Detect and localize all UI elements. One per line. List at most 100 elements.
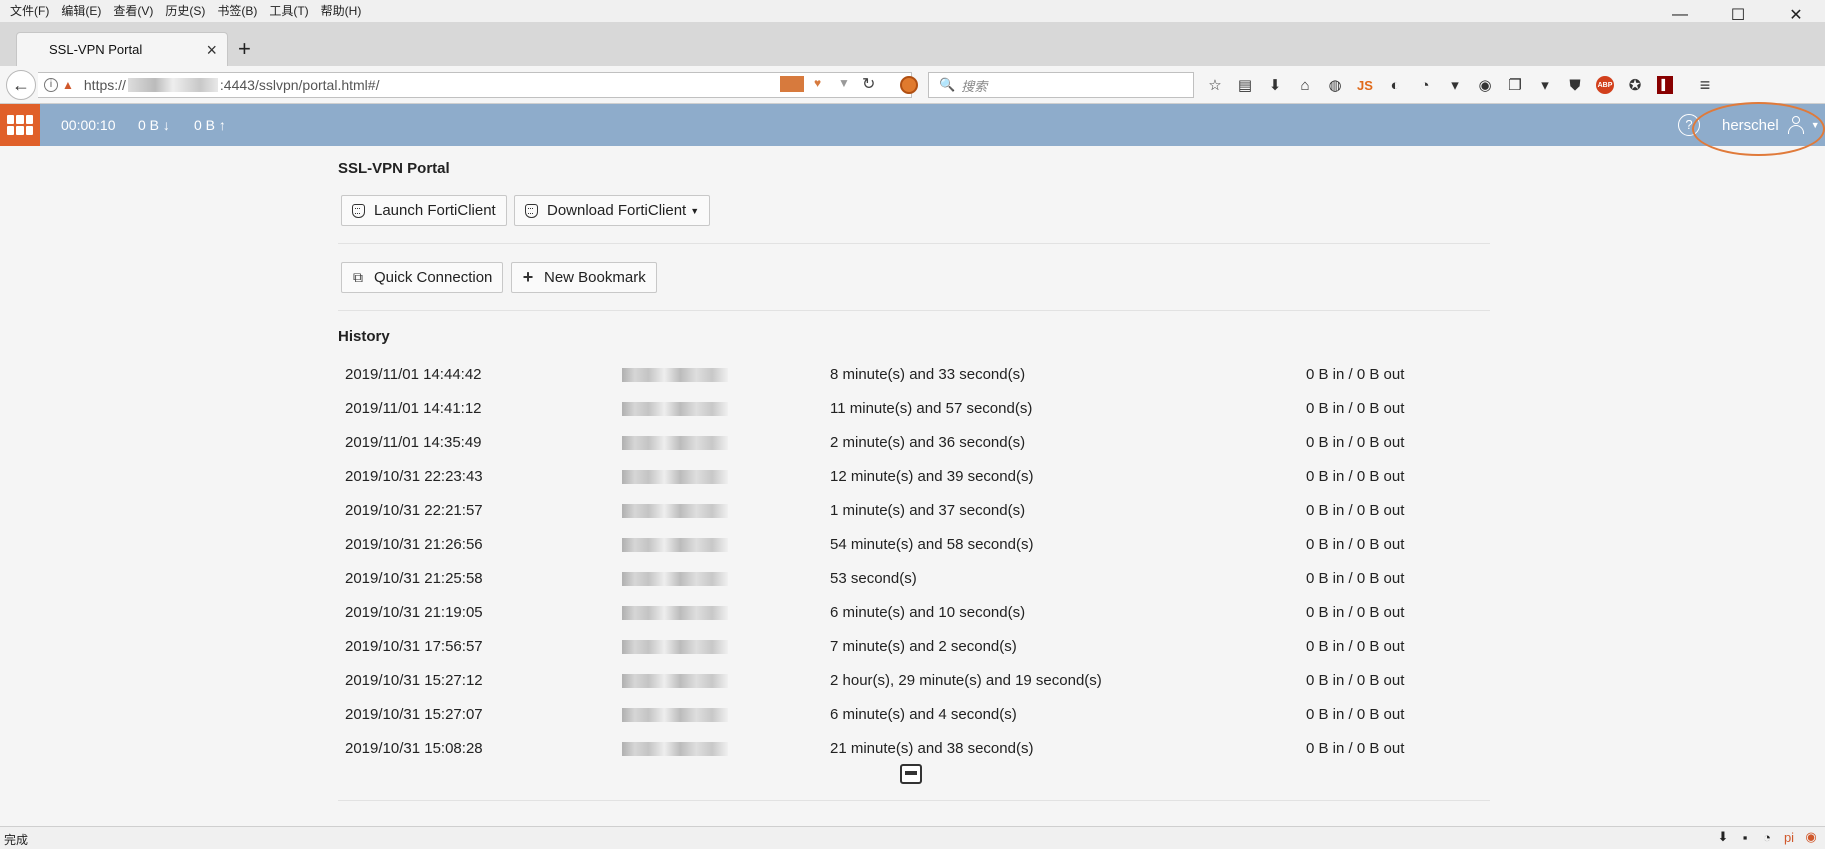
hamburger-menu-icon[interactable]: ≡ <box>1690 74 1720 96</box>
launch-forticlient-label: Launch FortiClient <box>374 202 496 219</box>
screenshot-icon[interactable]: ❐ <box>1500 74 1530 96</box>
history-row: 2019/10/31 21:19:05 6 minute(s) and 10 s… <box>338 596 1490 630</box>
download-icon[interactable]: ⬇ <box>1260 74 1290 96</box>
reading-list-icon[interactable]: ▤ <box>1230 74 1260 96</box>
url-prefix: https:// <box>83 77 126 93</box>
history-duration: 2 minute(s) and 36 second(s) <box>830 434 1026 451</box>
globe-icon[interactable]: ◍ <box>1320 74 1350 96</box>
history-bytes: 0 B in / 0 B out <box>1306 502 1405 519</box>
download-forticlient-button[interactable]: Download FortiClient ▼ <box>514 195 711 226</box>
arrow-up-icon: ↑ <box>218 117 226 133</box>
forticlient-shield-icon <box>523 203 539 219</box>
history-row: 2019/10/31 21:26:56 54 minute(s) and 58 … <box>338 528 1490 562</box>
history-date: 2019/10/31 21:26:56 <box>345 536 483 553</box>
bytes-in-stat: 0 B ↓ <box>138 117 170 133</box>
divider <box>338 310 1490 311</box>
js-switch-icon[interactable]: JS <box>1350 74 1380 96</box>
extension-icon[interactable]: ◐ <box>1380 74 1410 96</box>
history-bytes: 0 B in / 0 B out <box>1306 672 1405 689</box>
annotation-ellipse <box>1692 102 1825 156</box>
search-bar[interactable]: 🔍 搜索 <box>928 72 1194 98</box>
download-icon[interactable]: ⬇ <box>1715 829 1731 845</box>
history-date: 2019/10/31 21:19:05 <box>345 604 483 621</box>
extension-icon[interactable]: ▪ <box>1737 829 1753 845</box>
menu-edit[interactable]: 编辑(E) <box>55 0 107 22</box>
menu-view[interactable]: 查看(V) <box>107 0 159 22</box>
history-duration: 6 minute(s) and 4 second(s) <box>830 706 1017 723</box>
network-icon[interactable]: ◔ <box>1759 829 1775 845</box>
history-duration: 11 minute(s) and 57 second(s) <box>830 400 1033 417</box>
dropdown-icon[interactable]: ▾ <box>1440 74 1470 96</box>
tab-strip: SSL-VPN Portal × + <box>0 22 1825 66</box>
session-timer: 00:00:10 <box>61 117 116 133</box>
history-row: 2019/11/01 14:41:12 11 minute(s) and 57 … <box>338 392 1490 426</box>
history-duration: 8 minute(s) and 33 second(s) <box>830 366 1026 383</box>
history-date: 2019/11/01 14:44:42 <box>345 366 482 383</box>
firefox-sync-icon[interactable]: ◉ <box>1470 74 1500 96</box>
tab-ssl-vpn-portal[interactable]: SSL-VPN Portal × <box>16 32 228 66</box>
menu-tools[interactable]: 工具(T) <box>263 0 314 22</box>
history-date: 2019/10/31 21:25:58 <box>345 570 483 587</box>
external-link-icon: ⧉ <box>353 269 363 285</box>
collapse-icon[interactable] <box>900 764 922 784</box>
tab-title: SSL-VPN Portal <box>49 42 143 57</box>
bookmark-star-icon[interactable]: ☆ <box>1200 74 1230 96</box>
url-suffix: :4443/sslvpn/portal.html#/ <box>219 77 380 93</box>
reload-icon[interactable]: ↻ <box>862 74 875 94</box>
new-tab-button[interactable]: + <box>238 38 251 60</box>
search-icon: 🔍 <box>939 77 956 92</box>
history-title: History <box>338 328 390 345</box>
quick-connection-button[interactable]: ⧉ Quick Connection <box>341 262 504 293</box>
new-bookmark-button[interactable]: + New Bookmark <box>511 262 657 293</box>
page-action-icon[interactable] <box>780 76 804 92</box>
info-icon[interactable]: i <box>44 78 58 92</box>
launch-forticlient-button[interactable]: Launch FortiClient <box>341 195 507 226</box>
quick-connection-label: Quick Connection <box>374 269 493 286</box>
history-duration: 7 minute(s) and 2 second(s) <box>830 638 1017 655</box>
fortinet-logo <box>0 104 40 146</box>
redacted-ip <box>622 572 728 586</box>
history-duration: 1 minute(s) and 37 second(s) <box>830 502 1026 519</box>
navigation-bar: ← i ▲ https:// :4443/sslvpn/portal.html#… <box>0 66 1825 104</box>
redacted-ip <box>622 742 728 756</box>
redacted-ip <box>622 402 728 416</box>
overflow-dropdown-icon[interactable]: ▾ <box>1530 74 1560 96</box>
new-bookmark-label: New Bookmark <box>544 269 646 286</box>
cookie-icon[interactable]: ◔ <box>1410 74 1440 96</box>
redacted-ip <box>622 436 728 450</box>
download-forticlient-label: Download FortiClient <box>547 202 687 219</box>
tab-close-icon[interactable]: × <box>206 41 217 59</box>
ublock-icon[interactable]: ▌ <box>1650 74 1680 96</box>
home-icon[interactable]: ⌂ <box>1290 74 1320 96</box>
toolbar-icons: ☆ ▤ ⬇ ⌂ ◍ JS ◐ ◔ ▾ ◉ ❐ ▾ ⛊ ABP ✪ ▌ ≡ <box>1200 74 1720 96</box>
shield-icon[interactable]: ⛊ <box>1560 74 1590 96</box>
addon-icon[interactable]: ◉ <box>1803 829 1819 845</box>
history-bytes: 0 B in / 0 B out <box>1306 536 1405 553</box>
history-row: 2019/10/31 15:27:07 6 minute(s) and 4 se… <box>338 698 1490 732</box>
history-date: 2019/10/31 22:23:43 <box>345 468 483 485</box>
history-row: 2019/10/31 22:21:57 1 minute(s) and 37 s… <box>338 494 1490 528</box>
dropdown-chevron-icon[interactable]: ▼ <box>838 76 850 90</box>
redacted-ip <box>622 504 728 518</box>
adblock-icon[interactable]: ABP <box>1590 74 1620 96</box>
history-duration: 12 minute(s) and 39 second(s) <box>830 468 1034 485</box>
menu-bookmarks[interactable]: 书签(B) <box>211 0 263 22</box>
pocket-icon[interactable]: ♥ <box>814 76 821 90</box>
status-bar: 完成 ⬇ ▪ ◔ pi ◉ <box>0 826 1825 849</box>
menu-file[interactable]: 文件(F) <box>4 0 55 22</box>
redacted-ip <box>622 640 728 654</box>
privacy-badger-icon[interactable]: ✪ <box>1620 74 1650 96</box>
back-button[interactable]: ← <box>6 70 36 100</box>
pi-icon[interactable]: pi <box>1781 829 1797 845</box>
search-engine-icon[interactable] <box>900 76 918 94</box>
menu-history[interactable]: 历史(S) <box>159 0 211 22</box>
plus-icon: + <box>522 267 534 287</box>
menu-help[interactable]: 帮助(H) <box>315 0 368 22</box>
menubar: 文件(F) 编辑(E) 查看(V) 历史(S) 书签(B) 工具(T) 帮助(H… <box>0 0 1825 22</box>
history-bytes: 0 B in / 0 B out <box>1306 434 1405 451</box>
portal-header: 00:00:10 0 B ↓ 0 B ↑ ? herschel ▼ <box>0 104 1825 146</box>
history-bytes: 0 B in / 0 B out <box>1306 638 1405 655</box>
history-duration: 54 minute(s) and 58 second(s) <box>830 536 1034 553</box>
history-row: 2019/10/31 21:25:58 53 second(s) 0 B in … <box>338 562 1490 596</box>
redacted-host <box>127 78 218 92</box>
